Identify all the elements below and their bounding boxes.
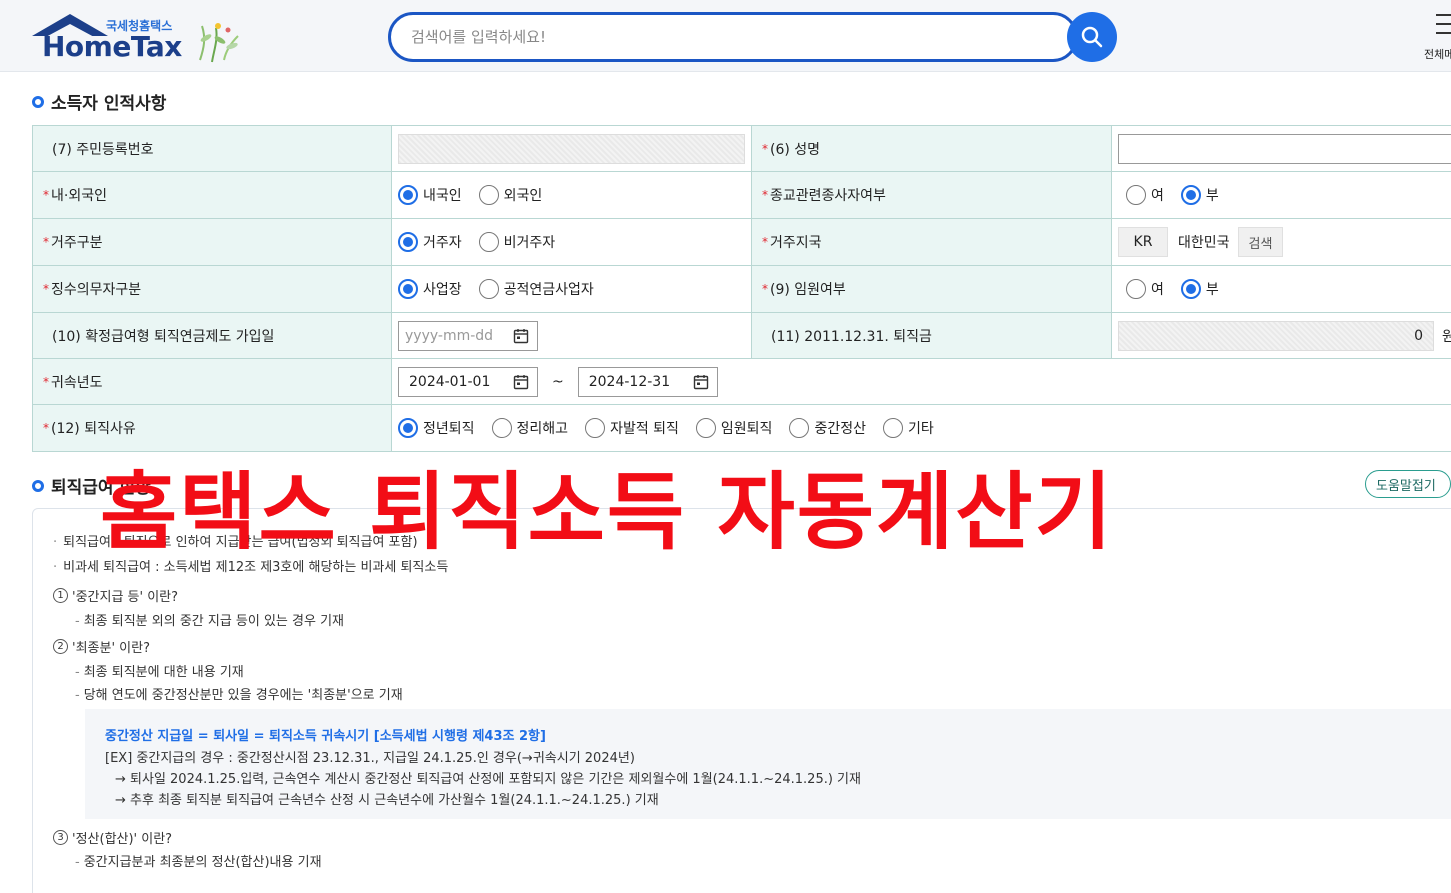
leaf-icon — [199, 23, 239, 63]
help-answer: - 최종 퇴직분에 대한 내용 기재 — [75, 665, 244, 680]
logo-title: HomeTax — [42, 30, 182, 63]
radio-nonresident[interactable]: 비거주자 — [478, 232, 555, 252]
radio-executive-no[interactable]: 부 — [1180, 279, 1219, 299]
name-input[interactable] — [1118, 133, 1451, 164]
bullet-ring-icon — [32, 479, 44, 492]
reason-radio-group: 정년퇴직 정리해고 자발적 퇴직 임원퇴직 중간정산 기타 — [398, 418, 951, 438]
radio-reason-interim[interactable]: 중간정산 — [789, 418, 866, 438]
executive-label: * (9) 임원여부 — [752, 266, 1112, 312]
section-title-personal: 소득자 인적사항 — [32, 89, 166, 114]
search-button[interactable] — [1067, 12, 1117, 62]
all-menu-label: 전체메뉴 — [1424, 48, 1451, 61]
example-title: 중간정산 지급일 = 퇴사일 = 퇴직소득 귀속시기 [소득세법 시행령 제43… — [105, 729, 546, 744]
radio-foreign[interactable]: 외국인 — [478, 185, 542, 205]
withholder-radio-group: 사업장 공적연금사업자 — [398, 279, 611, 299]
name-label: * (6) 성명 — [752, 126, 1112, 171]
withholder-label: * 징수의무자구분 — [32, 266, 392, 312]
help-collapse-button[interactable]: 도움말접기 — [1365, 470, 1451, 498]
help-answer: - 중간지급분과 최종분의 정산(합산)내용 기재 — [75, 855, 322, 870]
radio-executive-yes[interactable]: 여 — [1126, 279, 1164, 299]
date-range-separator: ~ — [552, 373, 564, 390]
example-line: [EX] 중간지급의 경우 : 중간정산시점 23.12.31., 지급일 24… — [105, 751, 635, 766]
country-name: 대한민국 — [1178, 235, 1230, 251]
year-label: * 귀속년도 — [32, 359, 392, 404]
personal-info-form: (7) 주민등록번호 * (6) 성명 * 내·외국인 내국인 외국인 * 종교관련종… — [32, 125, 1451, 452]
example-line: → 퇴사일 2024.1.25.입력, 근속연수 계산시 중간정산 퇴직급여 산… — [115, 772, 861, 787]
radio-reason-layoff[interactable]: 정리해고 — [491, 418, 568, 438]
country-search-button[interactable]: 검색 — [1237, 227, 1284, 257]
form-row: * 거주구분 거주자 비거주자 * 거주지국 KR 대한민국 검색 — [32, 219, 1451, 266]
nationality-label: * 내·외국인 — [32, 172, 392, 218]
search-input[interactable] — [391, 15, 1075, 59]
radio-reason-retirement[interactable]: 정년퇴직 — [398, 418, 475, 438]
executive-radio-group: 여 부 — [1126, 279, 1236, 299]
resident-no-cell — [392, 126, 752, 171]
help-answer: - 최종 퇴직분 외의 중간 지급 등이 있는 경우 기재 — [75, 614, 345, 629]
help-example-box: 중간정산 지급일 = 퇴사일 = 퇴직소득 귀속시기 [소득세법 시행령 제43… — [85, 709, 1451, 819]
calendar-icon[interactable] — [513, 374, 529, 390]
help-panel: · 퇴직급여 : 퇴직으로 인하여 지급받는 급여(법정외 퇴직급여 포함) · 비… — [32, 508, 1451, 893]
radio-domestic[interactable]: 내국인 — [398, 185, 462, 205]
resident-no-label: (7) 주민등록번호 — [32, 126, 392, 171]
country-label: * 거주지국 — [752, 219, 1112, 265]
form-row: * 귀속년도 2024-01-01 ~ 2024-12-31 — [32, 359, 1451, 405]
severance-2011-field: 0 — [1118, 320, 1434, 351]
bullet-ring-icon — [32, 95, 44, 108]
radio-resident[interactable]: 거주자 — [398, 232, 462, 252]
radio-religion-yes[interactable]: 여 — [1126, 185, 1164, 205]
severance-2011-label: (11) 2011.12.31. 퇴직금 — [752, 313, 1112, 358]
circled-number-icon: 2 — [53, 639, 68, 654]
circled-number-icon: 3 — [53, 830, 68, 845]
form-row: * 내·외국인 내국인 외국인 * 종교관련종사자여부 여 부 — [32, 172, 1451, 219]
radio-religion-no[interactable]: 부 — [1180, 185, 1219, 205]
hometax-logo[interactable]: 국세청홈택스 HomeTax — [30, 14, 250, 64]
radio-reason-executive[interactable]: 임원퇴직 — [695, 418, 772, 438]
residence-radio-group: 거주자 비거주자 — [398, 232, 572, 252]
calendar-icon[interactable] — [513, 328, 529, 344]
all-menu-button[interactable]: 전체메뉴 — [1422, 12, 1451, 64]
radio-reason-voluntary[interactable]: 자발적 퇴직 — [585, 418, 679, 438]
religion-label: * 종교관련종사자여부 — [752, 172, 1112, 218]
form-row: * 징수의무자구분 사업장 공적연금사업자 * (9) 임원여부 여 부 — [32, 266, 1451, 313]
top-header: 국세청홈택스 HomeTax 전체메뉴 — [0, 0, 1451, 72]
dc-join-label: (10) 확정급여형 퇴직연금제도 가입일 — [32, 313, 392, 358]
country-code-field: KR — [1118, 227, 1168, 257]
radio-public-pension[interactable]: 공적연금사업자 — [478, 279, 594, 299]
reason-label: * (12) 퇴직사유 — [32, 405, 392, 451]
form-row: * (12) 퇴직사유 정년퇴직 정리해고 자발적 퇴직 임원퇴직 중간정산 기타 — [32, 405, 1451, 452]
help-question: 2 '최종분' 이란? — [53, 637, 150, 656]
calendar-icon[interactable] — [693, 374, 709, 390]
circled-number-icon: 1 — [53, 588, 68, 603]
search-box — [388, 12, 1078, 62]
hamburger-icon — [1436, 14, 1451, 41]
nationality-radio-group: 내국인 외국인 — [398, 185, 559, 205]
year-to-date-input[interactable]: 2024-12-31 — [577, 366, 718, 397]
form-row: (10) 확정급여형 퇴직연금제도 가입일 yyyy-mm-dd (11) 20… — [32, 313, 1451, 359]
currency-unit: 원 — [1442, 328, 1451, 345]
example-line: → 추후 최종 퇴직분 퇴직급여 근속년수 산정 시 근속년수에 가산월수 1월… — [115, 793, 659, 808]
dc-join-date-input[interactable]: yyyy-mm-dd — [398, 320, 538, 351]
residence-label: * 거주구분 — [32, 219, 392, 265]
overlay-caption: 홈택스 퇴직소득 자동계산기 — [100, 463, 1114, 561]
search-icon — [1081, 26, 1103, 48]
help-question: 1 '중간지급 등' 이란? — [53, 586, 178, 605]
radio-business[interactable]: 사업장 — [398, 279, 462, 299]
radio-reason-other[interactable]: 기타 — [882, 418, 934, 438]
help-question: 3 '정산(합산)' 이란? — [53, 828, 172, 847]
name-cell — [1112, 126, 1451, 171]
year-from-date-input[interactable]: 2024-01-01 — [398, 366, 538, 397]
religion-radio-group: 여 부 — [1126, 185, 1236, 205]
resident-no-field — [398, 133, 745, 164]
form-row: (7) 주민등록번호 * (6) 성명 — [32, 126, 1451, 172]
help-answer: - 당해 연도에 중간정산분만 있을 경우에는 '최종분'으로 기재 — [75, 688, 403, 703]
